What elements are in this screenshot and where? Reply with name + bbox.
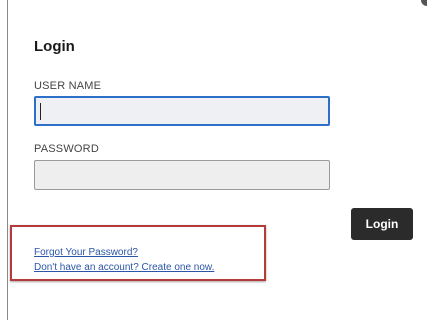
password-label: PASSWORD xyxy=(34,143,99,155)
login-dialog: Login USER NAME PASSWORD Login Forgot Yo… xyxy=(0,0,427,320)
password-input[interactable] xyxy=(34,160,330,190)
login-button[interactable]: Login xyxy=(351,208,413,240)
create-account-link[interactable]: Don't have an account? Create one now. xyxy=(34,262,214,273)
dialog-left-border xyxy=(7,0,8,320)
dialog-title: Login xyxy=(34,38,75,55)
username-input[interactable] xyxy=(34,96,330,126)
text-cursor xyxy=(40,103,41,120)
username-label: USER NAME xyxy=(34,80,102,92)
dialog-corner-mark xyxy=(421,0,427,6)
forgot-password-link[interactable]: Forgot Your Password? xyxy=(34,247,138,258)
